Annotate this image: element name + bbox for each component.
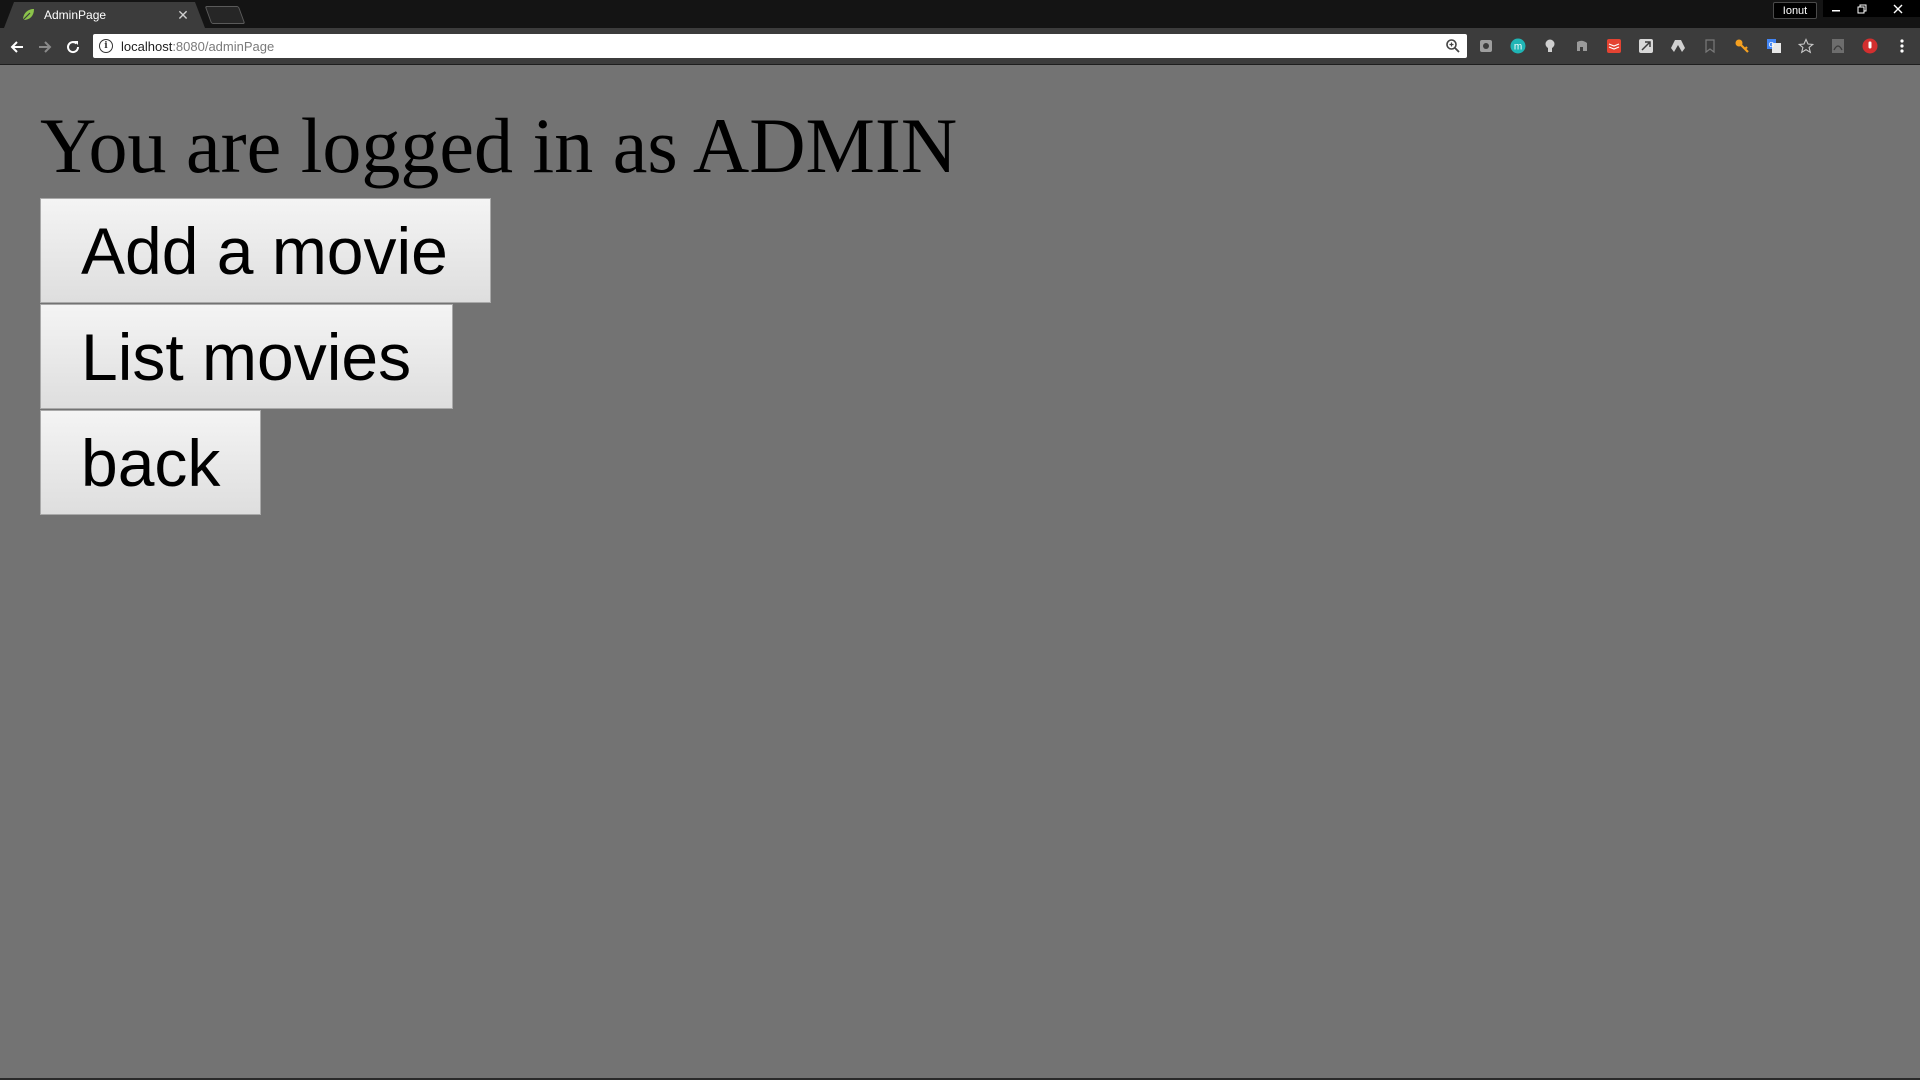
menu-dots-icon[interactable] — [1893, 37, 1911, 55]
zoom-icon[interactable] — [1445, 38, 1461, 54]
tab-close-icon[interactable]: ✕ — [171, 2, 195, 28]
pocket-icon[interactable] — [1477, 37, 1495, 55]
svg-text:G: G — [1769, 42, 1774, 49]
reload-icon[interactable] — [62, 36, 84, 58]
elephant-icon[interactable] — [1573, 37, 1591, 55]
browser-tabstrip: AdminPage ✕ Ionut — [0, 0, 1920, 28]
restore-icon[interactable] — [1849, 0, 1875, 17]
add-movie-button[interactable]: Add a movie — [40, 198, 491, 303]
todoist-icon[interactable] — [1605, 37, 1623, 55]
star-icon[interactable] — [1797, 37, 1815, 55]
profile-button[interactable]: Ionut — [1773, 2, 1817, 19]
leaf-icon — [20, 7, 36, 23]
pdf-icon[interactable] — [1829, 37, 1847, 55]
back-button[interactable]: back — [40, 410, 261, 515]
page-content: You are logged in as ADMIN Add a movie L… — [0, 65, 1920, 1080]
site-info-icon[interactable]: i — [99, 39, 113, 53]
adblock-icon[interactable] — [1861, 37, 1879, 55]
browser-toolbar: i localhost:8080/adminPage m G — [0, 28, 1920, 65]
address-bar[interactable]: i localhost:8080/adminPage — [93, 34, 1467, 58]
send-icon[interactable] — [1637, 37, 1655, 55]
new-tab-button[interactable] — [204, 6, 246, 24]
bookmark-icon[interactable] — [1701, 37, 1719, 55]
m-badge-icon[interactable]: m — [1509, 37, 1527, 55]
translate-icon[interactable]: G — [1765, 37, 1783, 55]
bulb-icon[interactable] — [1541, 37, 1559, 55]
forward-arrow-icon[interactable] — [34, 36, 56, 58]
back-arrow-icon[interactable] — [6, 36, 28, 58]
page-title: You are logged in as ADMIN — [40, 102, 958, 189]
list-movies-button[interactable]: List movies — [40, 304, 453, 409]
minimize-icon[interactable] — [1823, 0, 1849, 17]
tab-title: AdminPage — [44, 8, 107, 22]
key-icon[interactable] — [1733, 37, 1751, 55]
close-window-icon[interactable] — [1875, 0, 1920, 17]
drive-icon[interactable] — [1669, 37, 1687, 55]
svg-text:m: m — [1514, 42, 1522, 53]
url-text: localhost:8080/adminPage — [121, 38, 275, 54]
browser-tab-active[interactable]: AdminPage ✕ — [4, 2, 205, 28]
